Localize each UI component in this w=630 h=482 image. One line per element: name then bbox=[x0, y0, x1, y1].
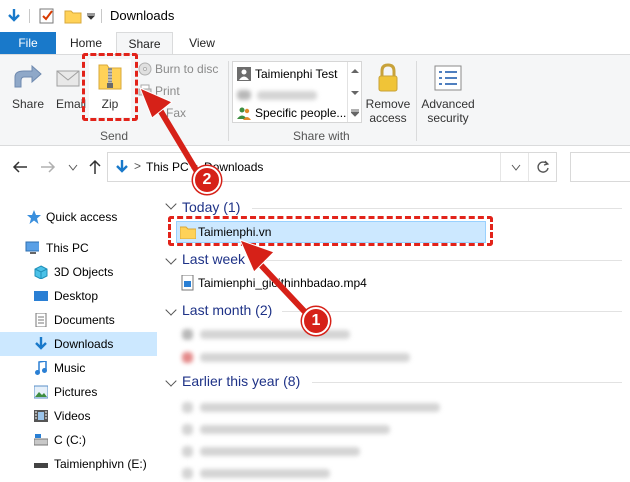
arrow-to-file bbox=[255, 259, 308, 315]
arrowhead-zip bbox=[139, 87, 173, 119]
arrow-to-zip bbox=[157, 107, 199, 173]
annotation-arrows bbox=[139, 87, 308, 315]
arrowhead-file bbox=[239, 239, 275, 273]
step-badge-2: 2 bbox=[193, 166, 221, 194]
step-badge-1: 1 bbox=[302, 307, 330, 335]
